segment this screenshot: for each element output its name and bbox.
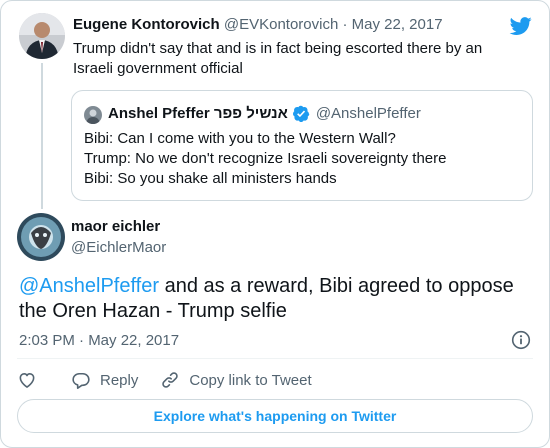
like-button[interactable] <box>17 370 37 390</box>
main-author-name[interactable]: maor eichler <box>71 218 160 235</box>
tweet-embed-card: Eugene Kontorovich @EVKontorovich · May … <box>0 0 550 448</box>
actions-divider <box>17 358 533 359</box>
quoted-line-3: Bibi: So you shake all ministers hands <box>84 170 337 187</box>
quoted-author-avatar <box>84 106 102 124</box>
quoted-line-2: Trump: No we don't recognize Israeli sov… <box>84 150 447 167</box>
quoted-tweet-text: Bibi: Can I come with you to the Western… <box>84 129 446 189</box>
main-author-handle[interactable]: @EichlerMaor <box>71 239 166 256</box>
parent-tweet-date[interactable]: May 22, 2017 <box>352 16 443 33</box>
main-author-avatar[interactable] <box>17 213 65 261</box>
heart-icon <box>19 373 35 388</box>
parent-author-name[interactable]: Eugene Kontorovich <box>73 16 220 33</box>
twitter-bird-icon[interactable] <box>509 15 533 37</box>
main-tweet-text: @AnshelPfeffer and as a reward, Bibi agr… <box>19 274 534 324</box>
explore-button[interactable]: Explore what's happening on Twitter <box>17 399 533 433</box>
tweet-timestamp[interactable]: 2:03 PM · May 22, 2017 <box>19 332 179 349</box>
reply-button[interactable]: Reply <box>71 370 138 390</box>
parent-tweet-header: Eugene Kontorovich @EVKontorovich · May … <box>73 16 443 33</box>
tweet-actions: Reply Copy link to Tweet <box>17 369 312 391</box>
reply-label: Reply <box>100 371 139 389</box>
parent-author-handle[interactable]: @EVKontorovich <box>224 16 338 33</box>
mention-link[interactable]: @AnshelPfeffer <box>19 275 159 297</box>
quoted-line-1: Bibi: Can I come with you to the Western… <box>84 130 396 147</box>
quoted-author-name: Anshel Pfeffer אנשיל פפר <box>108 105 288 122</box>
link-icon <box>162 372 179 388</box>
quoted-tweet-header: Anshel Pfeffer אנשיל פפר @AnshelPfeffer <box>108 105 421 122</box>
info-icon[interactable] <box>511 330 531 350</box>
reply-bubble-icon <box>72 372 90 389</box>
copy-link-label: Copy link to Tweet <box>189 371 312 389</box>
quoted-tweet[interactable]: Anshel Pfeffer אנשיל פפר @AnshelPfeffer … <box>71 90 533 201</box>
parent-author-avatar[interactable] <box>19 13 65 59</box>
copy-link-button[interactable]: Copy link to Tweet <box>160 370 312 390</box>
parent-tweet-text: Trump didn't say that and is in fact bei… <box>73 40 483 77</box>
thread-connector-line <box>41 63 43 209</box>
verified-badge-icon <box>292 105 310 122</box>
quoted-author-handle: @AnshelPfeffer <box>315 105 421 122</box>
header-separator: · <box>342 16 348 33</box>
